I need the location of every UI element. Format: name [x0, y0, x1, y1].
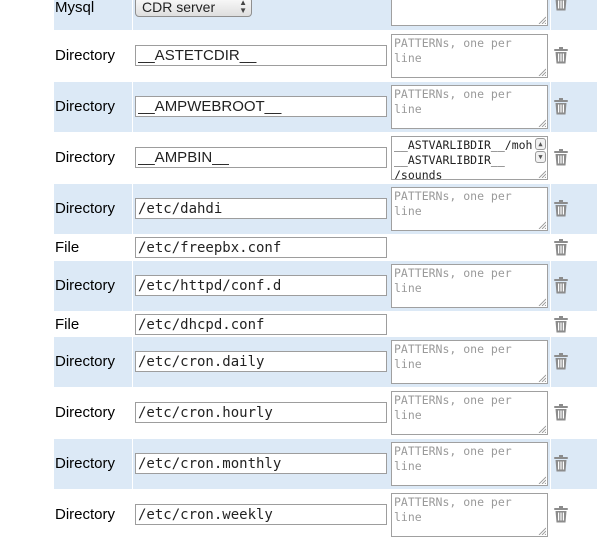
table-row: Directory [54, 31, 597, 81]
trash-icon[interactable] [554, 353, 568, 370]
item-type-label: Mysql [55, 0, 95, 16]
exclude-patterns-textarea[interactable] [391, 442, 548, 486]
path-input[interactable] [135, 237, 387, 258]
resize-grip-icon[interactable] [538, 527, 546, 535]
path-input[interactable] [135, 275, 387, 296]
trash-icon[interactable] [554, 149, 568, 166]
exclude-patterns-textarea[interactable] [391, 187, 548, 231]
path-input[interactable] [135, 504, 387, 525]
exclude-patterns-textarea[interactable] [391, 340, 548, 384]
path-input[interactable] [135, 147, 387, 168]
table-row: Directory [54, 261, 597, 311]
trash-icon[interactable] [554, 98, 568, 115]
resize-grip-icon[interactable] [538, 298, 546, 306]
item-type-label: Directory [55, 199, 116, 217]
exclude-patterns-textarea[interactable] [391, 493, 548, 537]
trash-icon[interactable] [554, 47, 568, 64]
resize-grip-icon[interactable] [538, 16, 546, 24]
table-row: Directory [54, 388, 597, 438]
path-input[interactable] [135, 402, 387, 423]
table-row: File [54, 312, 597, 337]
trash-icon[interactable] [554, 404, 568, 421]
item-type-label: Directory [55, 454, 116, 472]
table-row: Directory [54, 82, 597, 132]
exclude-patterns-textarea[interactable]: __ASTVARLIBDIR__/moh __ASTVARLIBDIR__/sou… [391, 136, 548, 180]
table-row: Directory [54, 184, 597, 234]
path-input[interactable] [135, 198, 387, 219]
item-type-label: File [55, 239, 80, 256]
trash-icon[interactable] [554, 239, 568, 256]
path-input[interactable] [135, 96, 387, 117]
item-type-label: Directory [55, 148, 116, 166]
resize-grip-icon[interactable] [538, 221, 546, 229]
table-row-mysql: Mysql CDR server ▲ ▼ [54, 0, 597, 30]
trash-icon[interactable] [554, 0, 568, 11]
pattern-line: __ASTVARLIBDIR__ [394, 153, 505, 167]
table-row: Directory [54, 439, 597, 489]
table-row: Directory __ASTVARLIBDIR__/moh__ASTVARLIB… [54, 133, 597, 183]
table-row: Directory [54, 337, 597, 387]
item-type-label: Directory [55, 352, 116, 370]
pattern-line: __ASTVARLIBDIR__/moh [394, 138, 533, 152]
trash-icon[interactable] [554, 316, 568, 333]
path-input[interactable] [135, 453, 387, 474]
mysql-server-select[interactable]: CDR server ▲ ▼ [135, 0, 252, 17]
path-input[interactable] [135, 45, 387, 66]
resize-grip-icon[interactable] [538, 119, 546, 127]
exclude-patterns-textarea[interactable] [391, 85, 548, 129]
pattern-line: /sounds [394, 168, 443, 180]
item-type-label: Directory [55, 46, 116, 64]
resize-grip-icon[interactable] [538, 374, 546, 382]
textarea-scrollbar[interactable]: ▲ ▼ [535, 138, 546, 166]
item-type-label: Directory [55, 403, 116, 421]
path-input[interactable] [135, 351, 387, 372]
trash-icon[interactable] [554, 455, 568, 472]
table-row: Directory [54, 490, 597, 540]
item-type-label: File [55, 316, 80, 333]
resize-grip-icon[interactable] [538, 425, 546, 433]
item-type-label: Directory [55, 505, 116, 523]
resize-grip-icon[interactable] [538, 68, 546, 76]
path-input[interactable] [135, 314, 387, 335]
exclude-patterns-textarea[interactable] [391, 0, 548, 26]
resize-grip-icon[interactable] [538, 476, 546, 484]
exclude-patterns-textarea[interactable] [391, 264, 548, 308]
trash-icon[interactable] [554, 200, 568, 217]
item-type-label: Directory [55, 276, 116, 294]
exclude-patterns-textarea[interactable] [391, 34, 548, 78]
backup-items-table: Mysql CDR server ▲▼ DirectoryDirectoryDi… [0, 0, 609, 540]
trash-icon[interactable] [554, 277, 568, 294]
exclude-patterns-textarea[interactable] [391, 391, 548, 435]
trash-icon[interactable] [554, 506, 568, 523]
resize-grip-icon[interactable] [538, 170, 546, 178]
table-row: File [54, 235, 597, 260]
item-type-label: Directory [55, 97, 116, 115]
